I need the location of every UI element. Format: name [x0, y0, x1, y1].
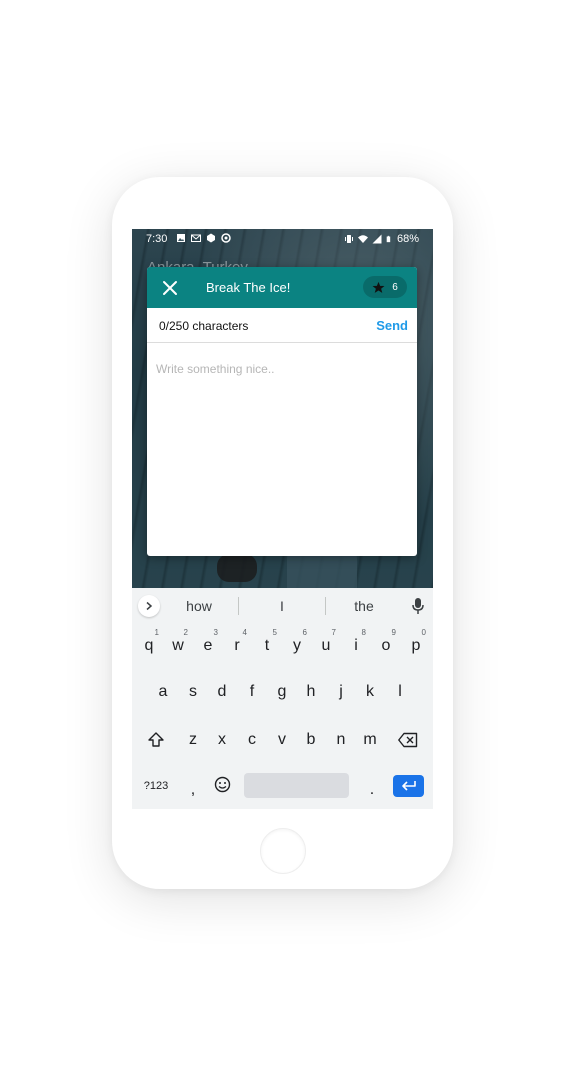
key-p[interactable]: 0p: [402, 626, 430, 666]
key-g[interactable]: g: [268, 672, 296, 712]
microphone-icon[interactable]: [411, 597, 425, 615]
email-icon: [191, 234, 201, 242]
key-hint: 0: [421, 628, 426, 637]
credits-badge: 6: [363, 276, 407, 298]
app-icon: [207, 233, 215, 243]
key-t[interactable]: 5t: [253, 626, 281, 666]
credits-count: 6: [392, 281, 398, 293]
key-hint: 5: [272, 628, 277, 637]
image-icon: [177, 234, 185, 242]
key-c[interactable]: c: [238, 720, 266, 760]
battery-icon: [386, 235, 391, 243]
key-a[interactable]: a: [149, 672, 177, 712]
key-i[interactable]: 8i: [342, 626, 370, 666]
on-screen-keyboard: how I the 1q 2w 3e 4r 5t 6y 7u 8i 9o 0p …: [132, 588, 433, 809]
key-x[interactable]: x: [208, 720, 236, 760]
status-time: 7:30: [146, 233, 168, 245]
key-o[interactable]: 9o: [372, 626, 400, 666]
key-label: y: [293, 637, 301, 654]
close-button[interactable]: [159, 277, 181, 299]
close-icon: [163, 281, 177, 295]
shift-key[interactable]: [141, 720, 171, 760]
message-input[interactable]: [156, 362, 406, 542]
signal-icon: [372, 234, 382, 244]
break-the-ice-dialog: Break The Ice! 6 0/250 characters Send: [147, 267, 417, 556]
key-j[interactable]: j: [327, 672, 355, 712]
keyboard-menu-button[interactable]: [138, 595, 160, 617]
suggestion-1[interactable]: how: [159, 598, 239, 614]
enter-icon: [401, 781, 416, 791]
key-hint: 1: [154, 628, 159, 637]
send-button[interactable]: Send: [376, 318, 408, 333]
key-hint: 9: [391, 628, 396, 637]
key-label: o: [381, 637, 391, 654]
key-hint: 4: [242, 628, 247, 637]
dialog-header: Break The Ice! 6: [147, 267, 417, 308]
character-counter-row: 0/250 characters Send: [147, 308, 417, 343]
emoji-icon: [214, 777, 230, 793]
symbols-key[interactable]: ?123: [138, 765, 174, 805]
key-label: w: [172, 637, 184, 654]
emoji-key[interactable]: [208, 765, 236, 805]
key-hint: 8: [361, 628, 366, 637]
suggestion-divider: [238, 597, 239, 615]
sync-icon: [221, 233, 231, 243]
key-s[interactable]: s: [179, 672, 207, 712]
key-hint: 2: [183, 628, 188, 637]
key-label: i: [354, 637, 358, 654]
key-b[interactable]: b: [297, 720, 325, 760]
status-bar: 7:30 68%: [132, 229, 433, 251]
key-k[interactable]: k: [356, 672, 384, 712]
key-m[interactable]: m: [356, 720, 384, 760]
system-icons: 68%: [344, 233, 419, 245]
key-label: p: [411, 637, 421, 654]
key-label: e: [203, 637, 213, 654]
key-hint: 7: [331, 628, 336, 637]
key-label: r: [234, 637, 240, 654]
key-z[interactable]: z: [179, 720, 207, 760]
space-bar[interactable]: [244, 773, 349, 798]
key-v[interactable]: v: [268, 720, 296, 760]
backspace-key[interactable]: [393, 720, 423, 760]
period-key[interactable]: .: [358, 770, 386, 810]
key-l[interactable]: l: [386, 672, 414, 712]
key-label: u: [321, 637, 331, 654]
suggestion-bar: how I the: [132, 588, 433, 624]
notification-icons: [176, 233, 231, 243]
key-label: q: [144, 637, 154, 654]
home-button[interactable]: [260, 828, 306, 874]
key-u[interactable]: 7u: [312, 626, 340, 666]
backspace-icon: [398, 732, 418, 747]
key-r[interactable]: 4r: [223, 626, 251, 666]
key-d[interactable]: d: [208, 672, 236, 712]
key-f[interactable]: f: [238, 672, 266, 712]
symbols-label: ?123: [143, 780, 169, 792]
character-counter: 0/250 characters: [159, 319, 249, 333]
vibrate-icon: [344, 235, 353, 243]
enter-key[interactable]: [393, 775, 424, 797]
key-hint: 3: [213, 628, 218, 637]
key-label: t: [264, 637, 270, 654]
key-y[interactable]: 6y: [283, 626, 311, 666]
key-q[interactable]: 1q: [135, 626, 163, 666]
key-n[interactable]: n: [327, 720, 355, 760]
dialog-title: Break The Ice!: [206, 280, 291, 295]
key-w[interactable]: 2w: [164, 626, 192, 666]
suggestion-3[interactable]: the: [324, 598, 404, 614]
shift-icon: [148, 732, 164, 747]
key-hint: 6: [302, 628, 307, 637]
key-e[interactable]: 3e: [194, 626, 222, 666]
key-h[interactable]: h: [297, 672, 325, 712]
suggestion-2[interactable]: I: [242, 598, 322, 614]
wifi-icon: [357, 235, 368, 243]
chevron-right-icon: [146, 601, 153, 611]
star-icon: [372, 281, 385, 293]
comma-key[interactable]: ,: [179, 770, 207, 810]
battery-percentage: 68%: [396, 233, 419, 245]
